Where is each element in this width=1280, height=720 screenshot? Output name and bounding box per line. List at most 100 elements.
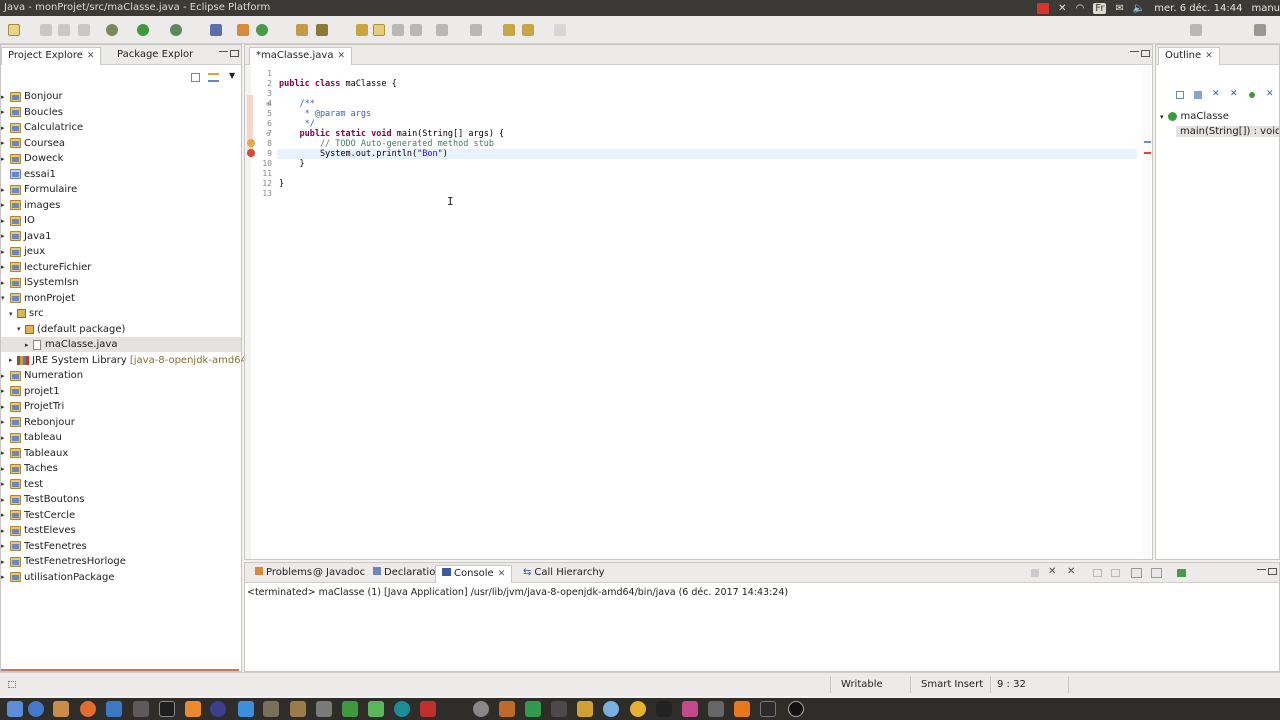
hide-local-types-icon[interactable]: ✕ — [1266, 89, 1274, 99]
chrome-icon[interactable] — [630, 701, 646, 717]
hide-nonpublic-icon[interactable] — [1249, 92, 1255, 98]
app-icon[interactable] — [551, 701, 567, 717]
tree-item-testfenetres[interactable]: ▸ TestFenetres — [1, 539, 87, 554]
tree-item-taches[interactable]: ▸ Taches — [1, 461, 58, 476]
skip-breakpoints-icon[interactable] — [210, 24, 222, 36]
back-icon[interactable] — [522, 24, 534, 36]
network-icon[interactable]: ✕ — [1058, 3, 1066, 14]
tree-item-boucles[interactable]: ▸ Boucles — [1, 105, 63, 120]
clock[interactable]: mer. 6 déc. 14:44 — [1154, 3, 1242, 14]
tree-item-utilisationpackage[interactable]: ▸ utilisationPackage — [1, 570, 115, 585]
show-desktop-icon[interactable] — [7, 701, 23, 717]
tree-item-io[interactable]: ▸ IO — [1, 213, 35, 228]
new-java-project-icon[interactable] — [237, 24, 249, 36]
start-menu-icon[interactable] — [28, 701, 44, 717]
volume-icon[interactable]: 🔈 — [1133, 3, 1145, 14]
tree-item-default-package[interactable]: ▾ (default package) — [17, 322, 125, 337]
search-icon[interactable] — [316, 24, 328, 36]
tree-item-projet1[interactable]: ▸ projet1 — [1, 384, 60, 399]
terminal-icon[interactable] — [159, 701, 175, 717]
play-icon[interactable] — [656, 701, 672, 717]
tree-item-src[interactable]: ▾ src — [9, 306, 44, 321]
pin-console-icon[interactable] — [1131, 568, 1142, 578]
mail-icon[interactable]: ✉ — [1115, 3, 1123, 14]
tree-item-monprojet[interactable]: ▾ monProjet — [1, 291, 75, 306]
java-perspective-icon[interactable] — [1254, 24, 1266, 36]
tree-item-tableau[interactable]: ▸ tableau — [1, 430, 62, 445]
hide-fields-icon[interactable]: ✕ — [1212, 89, 1220, 99]
prev-annotation-icon[interactable] — [470, 24, 482, 36]
toggle-highlight-icon[interactable] — [373, 24, 385, 36]
fold-icon[interactable]: ⊖ — [266, 129, 270, 139]
tab-package-explorer[interactable]: Package Explor — [111, 47, 199, 65]
scroll-lock-icon[interactable] — [1111, 569, 1120, 577]
fold-icon[interactable]: ⊖ — [266, 99, 270, 109]
tab-call-hierarchy[interactable]: ⇆ Call Hierarchy — [517, 565, 611, 583]
files-icon[interactable] — [53, 701, 69, 717]
keyboard-layout[interactable]: Fr — [1093, 2, 1107, 14]
tree-item-testcercle[interactable]: ▸ TestCercle — [1, 508, 75, 523]
browser-icon[interactable] — [603, 701, 619, 717]
code-area[interactable]: 1 2 3 4 5 6 7 8 9 10 11 12 13 ⊖ ⊖ public… — [251, 67, 1141, 557]
tab-outline[interactable]: Outline ✕ — [1158, 47, 1220, 65]
close-icon[interactable]: ✕ — [87, 51, 95, 61]
media-icon[interactable] — [577, 701, 593, 717]
new-class-icon[interactable] — [256, 24, 268, 36]
user-menu[interactable]: manu — [1251, 3, 1280, 14]
hide-static-icon[interactable]: ✕ — [1230, 89, 1238, 99]
new-icon[interactable] — [8, 24, 20, 36]
tree-item-test[interactable]: ▸ test — [1, 477, 43, 492]
game-icon[interactable] — [525, 701, 541, 717]
maximize-icon[interactable] — [230, 50, 239, 57]
arduino-icon[interactable] — [394, 701, 410, 717]
inkscape-icon[interactable] — [342, 701, 358, 717]
tree-item-lsystemisn[interactable]: ▸ lSystemIsn — [1, 275, 79, 290]
kde-icon[interactable] — [106, 701, 122, 717]
close-icon[interactable]: ✕ — [498, 569, 506, 579]
open-perspective-icon[interactable] — [1190, 24, 1202, 36]
link-editor-icon[interactable] — [208, 73, 219, 82]
tree-item-rebonjour[interactable]: ▸ Rebonjour — [1, 415, 75, 430]
toggle-mark-occurrences-icon[interactable] — [356, 24, 368, 36]
palette-icon[interactable] — [682, 701, 698, 717]
run-config-icon[interactable] — [170, 24, 182, 36]
usb-icon[interactable] — [316, 701, 332, 717]
tab-project-explorer[interactable]: Project Explore ✕ — [1, 47, 102, 65]
tree-item-jeux[interactable]: ▸ jeux — [1, 244, 45, 259]
pen-icon[interactable] — [708, 701, 724, 717]
remove-launch-icon[interactable]: ✕ — [1048, 566, 1056, 577]
close-icon[interactable]: ✕ — [1205, 51, 1213, 61]
show-whitespace-icon[interactable] — [410, 24, 422, 36]
tree-item-numeration[interactable]: ▸ Numeration — [1, 368, 83, 383]
run-icon[interactable] — [137, 24, 149, 36]
open-type-icon[interactable] — [296, 24, 308, 36]
wifi-icon[interactable]: ◠ — [1076, 3, 1085, 14]
tree-item-maclasse-java[interactable]: ▸ maClasse.java — [1, 337, 241, 352]
eclipse-icon[interactable] — [210, 701, 226, 717]
maximize-icon[interactable] — [1141, 50, 1150, 57]
tree-item-testboutons[interactable]: ▸ TestBoutons — [1, 492, 85, 507]
view-menu-icon[interactable]: ▼ — [229, 71, 235, 80]
minimize-icon[interactable] — [1130, 51, 1139, 53]
record-indicator-icon[interactable] — [1037, 2, 1050, 14]
gimp2-icon[interactable] — [290, 701, 306, 717]
save-all-icon[interactable] — [58, 24, 70, 36]
tree-item-jre-library[interactable]: ▸ JRE System Library [java-8-openjdk-amd64… — [9, 353, 251, 368]
tree-item-testfenetreshorloge[interactable]: ▸ TestFenetresHorloge — [1, 554, 126, 569]
last-edit-icon[interactable] — [503, 24, 515, 36]
gimp-icon[interactable] — [263, 701, 279, 717]
minimize-icon[interactable] — [219, 51, 228, 53]
sort-icon[interactable] — [1194, 91, 1202, 99]
outline-item-method[interactable]: main(String[]) : void — [1176, 126, 1279, 137]
tree-item-projettri[interactable]: ▸ ProjetTri — [1, 399, 64, 414]
filezilla-icon[interactable] — [420, 701, 436, 717]
terminate-icon[interactable] — [1031, 569, 1039, 577]
tree-item-doweck[interactable]: ▸ Doweck — [1, 151, 63, 166]
firefox-icon[interactable] — [80, 701, 96, 717]
font-icon[interactable] — [185, 701, 201, 717]
collapse-all-icon[interactable] — [191, 73, 200, 82]
network-tool-icon[interactable] — [368, 701, 384, 717]
outline-item-class[interactable]: ▾ maClasse — [1160, 111, 1229, 122]
tree-item-essai1[interactable]: essai1 — [1, 167, 56, 182]
disk-icon[interactable] — [760, 701, 776, 717]
